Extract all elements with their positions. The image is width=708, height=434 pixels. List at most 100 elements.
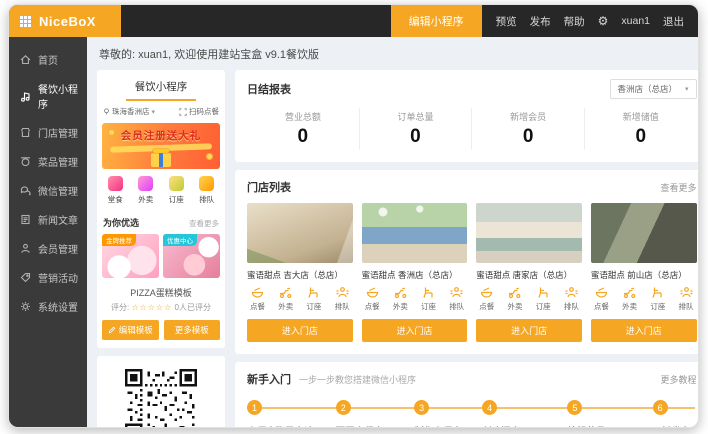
enter-store-button[interactable]: 进入门店 bbox=[476, 319, 582, 342]
store-photo[interactable] bbox=[591, 203, 697, 263]
gear-icon[interactable]: ⚙ bbox=[598, 14, 609, 28]
seat-icon bbox=[537, 286, 550, 299]
scooter-icon bbox=[623, 286, 636, 299]
seat-icon bbox=[422, 286, 435, 299]
news-icon bbox=[20, 214, 31, 225]
guide-step-1: 1 小程序账号申请 个人小程序账号注册 企业小程序账号注册、认证 微信公众号注册… bbox=[247, 400, 336, 428]
bowl-icon bbox=[480, 286, 493, 299]
action-queue[interactable]: 排队 bbox=[335, 286, 350, 312]
logo-text: NiceBoX bbox=[39, 14, 96, 29]
picks-more-link[interactable]: 查看更多 bbox=[189, 218, 219, 229]
guide-step-4: 4 创建门店 前往门店管理创建门店 bbox=[482, 400, 567, 428]
scooter-icon bbox=[508, 286, 521, 299]
username[interactable]: xuan1 bbox=[621, 15, 650, 27]
miniprogram-icon bbox=[20, 91, 31, 102]
action-takeout[interactable]: 外卖 bbox=[393, 286, 408, 312]
edit-template-button[interactable]: 编辑模板 bbox=[102, 320, 159, 340]
pick-item[interactable]: 优惠中心 bbox=[163, 234, 220, 278]
action-takeout[interactable]: 外卖 bbox=[507, 286, 522, 312]
qr-code bbox=[125, 369, 197, 428]
sidebar-item-restaurant-miniprogram[interactable]: 餐饮小程序 bbox=[9, 74, 87, 118]
enter-store-button[interactable]: 进入门店 bbox=[591, 319, 697, 342]
nav-queue[interactable]: 排队 bbox=[199, 176, 214, 205]
main-content: 尊敬的: xuan1, 欢迎使用建站宝盒 v9.1餐饮版 餐饮小程序 珠海香洲店… bbox=[87, 37, 698, 428]
guide-title: 新手入门 bbox=[247, 371, 291, 387]
nav-reservation[interactable]: 订座 bbox=[169, 176, 184, 205]
seat-icon bbox=[651, 286, 664, 299]
store-icon bbox=[20, 127, 31, 138]
action-order[interactable]: 点餐 bbox=[479, 286, 494, 312]
gift-box-graphic bbox=[151, 153, 171, 167]
store-card: 蜜语甜点 前山店（总店） 点餐 外卖 订座 排队 进入门店 bbox=[591, 203, 697, 342]
logo[interactable]: NiceBoX bbox=[9, 5, 121, 37]
store-card: 蜜语甜点 吉大店（总店） 点餐 外卖 订座 排队 进入门店 bbox=[247, 203, 353, 342]
action-reserve[interactable]: 订座 bbox=[421, 286, 436, 312]
greeting-text: 尊敬的: xuan1, 欢迎使用建站宝盒 v9.1餐饮版 bbox=[99, 46, 686, 62]
scooter-icon bbox=[394, 286, 407, 299]
nav-dine-in[interactable]: 堂食 bbox=[108, 176, 123, 205]
topbar: NiceBoX 编辑小程序 预览 发布 帮助 ⚙ xuan1 退出 bbox=[9, 5, 698, 37]
scan-order-button[interactable]: 扫码点餐 bbox=[179, 106, 219, 117]
scooter-icon bbox=[279, 286, 292, 299]
bowl-icon bbox=[251, 286, 264, 299]
sidebar-item-store-management[interactable]: 门店管理 bbox=[9, 118, 87, 147]
store-photo[interactable] bbox=[476, 203, 582, 263]
people-icon bbox=[565, 286, 578, 299]
action-reserve[interactable]: 订座 bbox=[650, 286, 665, 312]
sidebar-item-dish-management[interactable]: 菜品管理 bbox=[9, 147, 87, 176]
sidebar-item-member-management[interactable]: 会员管理 bbox=[9, 234, 87, 263]
sidebar-item-news-articles[interactable]: 新闻文章 bbox=[9, 205, 87, 234]
action-order[interactable]: 点餐 bbox=[594, 286, 609, 312]
action-reserve[interactable]: 订座 bbox=[536, 286, 551, 312]
scan-icon bbox=[179, 108, 187, 116]
action-queue[interactable]: 排队 bbox=[564, 286, 579, 312]
action-order[interactable]: 点餐 bbox=[250, 286, 265, 312]
publish-link[interactable]: 发布 bbox=[530, 14, 551, 29]
enter-store-button[interactable]: 进入门店 bbox=[362, 319, 468, 342]
enter-store-button[interactable]: 进入门店 bbox=[247, 319, 353, 342]
more-tutorials-link[interactable]: 更多教程 bbox=[661, 373, 697, 386]
store-filter-dropdown[interactable]: 香洲店（总店） ▾ bbox=[610, 79, 697, 99]
step-number: 2 bbox=[336, 400, 351, 415]
action-takeout[interactable]: 外卖 bbox=[278, 286, 293, 312]
logout-link[interactable]: 退出 bbox=[663, 14, 684, 29]
sidebar-item-home[interactable]: 首页 bbox=[9, 45, 87, 74]
sidebar-item-marketing[interactable]: 营销活动 bbox=[9, 263, 87, 292]
pick-item[interactable]: 金牌推荐 bbox=[102, 234, 159, 278]
step-number: 1 bbox=[247, 400, 262, 415]
store-photo[interactable] bbox=[362, 203, 468, 263]
guide-step-3: 3 制作小程序 选择模板 设计制作 bbox=[414, 400, 482, 428]
pick-tag: 优惠中心 bbox=[163, 234, 197, 246]
topbar-right: 编辑小程序 预览 发布 帮助 ⚙ xuan1 退出 bbox=[391, 5, 698, 37]
pick-tag: 金牌推荐 bbox=[102, 234, 136, 246]
nav-takeout[interactable]: 外卖 bbox=[138, 176, 153, 205]
grid-menu-icon bbox=[20, 16, 31, 27]
action-reserve[interactable]: 订座 bbox=[306, 286, 321, 312]
store-location-selector[interactable]: 珠海香洲店 ▾ bbox=[103, 106, 155, 117]
stat-revenue: 营业总额 0 bbox=[247, 108, 359, 150]
bowl-icon bbox=[595, 286, 608, 299]
action-queue[interactable]: 排队 bbox=[449, 286, 464, 312]
action-queue[interactable]: 排队 bbox=[679, 286, 694, 312]
help-link[interactable]: 帮助 bbox=[564, 14, 585, 29]
coin-graphic bbox=[108, 129, 115, 136]
topbar-links: 预览 发布 帮助 ⚙ xuan1 退出 bbox=[482, 5, 698, 37]
home-icon bbox=[20, 54, 31, 65]
member-promo-banner[interactable]: 会员注册送大礼 bbox=[102, 123, 220, 169]
action-order[interactable]: 点餐 bbox=[365, 286, 380, 312]
step-number: 6 bbox=[653, 400, 668, 415]
edit-miniprogram-button[interactable]: 编辑小程序 bbox=[391, 5, 482, 37]
store-photo[interactable] bbox=[247, 203, 353, 263]
qr-card: 扫描二维码到手机预览 bbox=[97, 356, 225, 428]
sidebar-item-settings[interactable]: 系统设置 bbox=[9, 292, 87, 321]
store-list-more-link[interactable]: 查看更多 bbox=[661, 181, 697, 194]
preview-link[interactable]: 预览 bbox=[496, 14, 517, 29]
marketing-tag-icon bbox=[20, 272, 31, 283]
people-icon bbox=[680, 286, 693, 299]
sidebar-item-wechat-management[interactable]: 微信管理 bbox=[9, 176, 87, 205]
more-templates-button[interactable]: 更多模板 bbox=[164, 320, 221, 340]
stat-orders: 订单总量 0 bbox=[359, 108, 472, 150]
guide-step-2: 2 配置小程序 建站宝盒对接配置 微信开发工具配置 bbox=[336, 400, 414, 428]
action-takeout[interactable]: 外卖 bbox=[622, 286, 637, 312]
step-number: 4 bbox=[482, 400, 497, 415]
